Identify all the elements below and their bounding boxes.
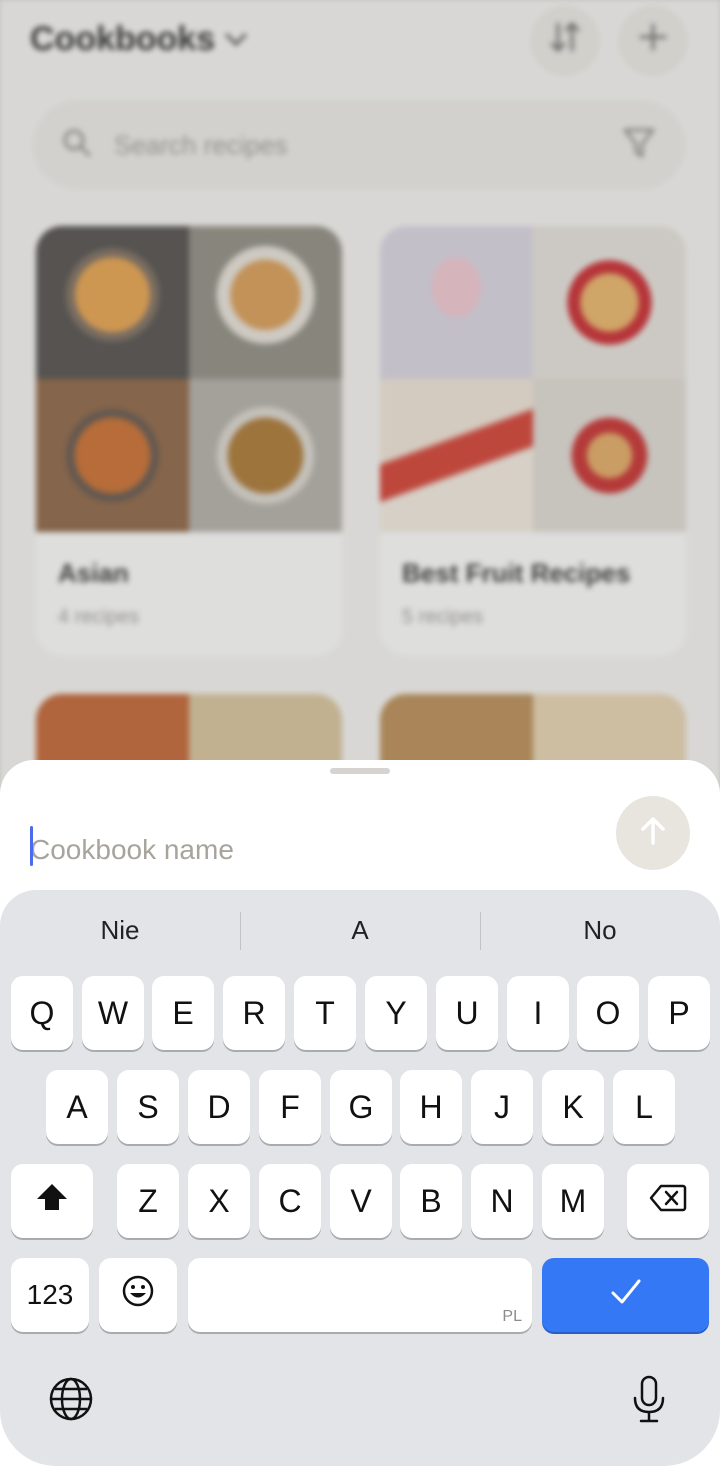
shift-icon [35, 1182, 69, 1220]
microphone-icon[interactable] [624, 1372, 674, 1426]
text-caret [30, 826, 33, 866]
cookbook-title: Asian [58, 558, 129, 588]
page-title[interactable]: Cookbooks [30, 20, 247, 59]
language-tag: PL [502, 1308, 522, 1325]
suggestion-item[interactable]: A [240, 904, 480, 956]
filter-icon[interactable] [622, 127, 656, 164]
add-cookbook-button[interactable] [618, 6, 688, 76]
key-c[interactable]: C [259, 1164, 321, 1238]
key-a[interactable]: A [46, 1070, 108, 1144]
sort-icon [548, 20, 582, 62]
recipe-count: 5 recipes [402, 606, 484, 628]
key-i[interactable]: I [507, 976, 569, 1050]
suggestion-item[interactable]: No [480, 904, 720, 956]
key-v[interactable]: V [330, 1164, 392, 1238]
backspace-icon [649, 1183, 687, 1220]
key-d[interactable]: D [188, 1070, 250, 1144]
done-key[interactable] [542, 1258, 709, 1332]
globe-icon[interactable] [46, 1374, 96, 1424]
key-q[interactable]: Q [11, 976, 73, 1050]
recipe-collage [36, 226, 342, 532]
search-bar[interactable]: Search recipes [32, 100, 686, 190]
key-m[interactable]: M [542, 1164, 604, 1238]
key-s[interactable]: S [117, 1070, 179, 1144]
key-b[interactable]: B [400, 1164, 462, 1238]
chevron-down-icon [225, 27, 247, 53]
key-r[interactable]: R [223, 976, 285, 1050]
cookbook-card-fruit[interactable]: Best Fruit Recipes 5 recipes [380, 226, 686, 656]
checkmark-icon [610, 1277, 642, 1314]
key-p[interactable]: P [648, 976, 710, 1050]
page-title-text: Cookbooks [30, 20, 216, 58]
key-f[interactable]: F [259, 1070, 321, 1144]
key-e[interactable]: E [152, 976, 214, 1050]
suggestion-item[interactable]: Nie [0, 904, 240, 956]
key-l[interactable]: L [613, 1070, 675, 1144]
cookbook-card-asian[interactable]: Asian 4 recipes [36, 226, 342, 656]
key-k[interactable]: K [542, 1070, 604, 1144]
emoji-icon [121, 1274, 155, 1316]
cookbook-name-input[interactable] [30, 828, 590, 872]
recipe-count: 4 recipes [58, 606, 140, 628]
search-icon [62, 128, 92, 163]
suggestion-bar: Nie A No [0, 904, 720, 956]
key-h[interactable]: H [400, 1070, 462, 1144]
key-o[interactable]: O [577, 976, 639, 1050]
key-x[interactable]: X [188, 1164, 250, 1238]
arrow-up-icon [639, 816, 667, 851]
key-n[interactable]: N [471, 1164, 533, 1238]
backspace-key[interactable] [627, 1164, 709, 1238]
key-g[interactable]: G [330, 1070, 392, 1144]
key-t[interactable]: T [294, 976, 356, 1050]
create-cookbook-button[interactable] [616, 796, 690, 870]
cookbook-title: Best Fruit Recipes [402, 558, 631, 588]
numbers-key[interactable]: 123 [11, 1258, 89, 1332]
on-screen-keyboard: Nie A No Q W E R T Y U I O P A S D F G H… [0, 890, 720, 1466]
plus-icon [638, 22, 668, 60]
shift-key[interactable] [11, 1164, 93, 1238]
sheet-grabber[interactable] [330, 768, 390, 774]
cookbooks-screen: Cookbooks Search recipes Asian 4 recipes… [0, 0, 720, 814]
emoji-key[interactable] [99, 1258, 177, 1332]
key-y[interactable]: Y [365, 976, 427, 1050]
key-z[interactable]: Z [117, 1164, 179, 1238]
key-u[interactable]: U [436, 976, 498, 1050]
key-w[interactable]: W [82, 976, 144, 1050]
search-input[interactable]: Search recipes [114, 130, 622, 161]
sort-button[interactable] [530, 6, 600, 76]
space-key[interactable]: PL [188, 1258, 532, 1332]
key-j[interactable]: J [471, 1070, 533, 1144]
recipe-collage [380, 226, 686, 532]
